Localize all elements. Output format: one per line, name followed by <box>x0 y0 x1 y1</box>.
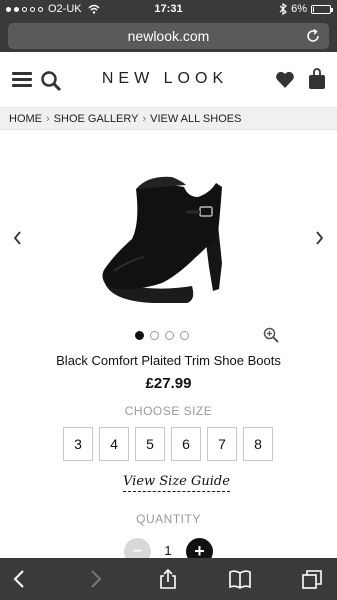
share-icon[interactable] <box>157 568 179 590</box>
pager-dot[interactable] <box>165 331 174 340</box>
choose-size-label: CHOOSE SIZE <box>124 404 213 418</box>
size-options: 345678 <box>63 427 273 461</box>
browser-toolbar <box>0 558 337 600</box>
chevron-left-icon[interactable] <box>11 229 23 247</box>
site-logo[interactable]: NEW LOOK <box>90 70 240 88</box>
bookmarks-icon[interactable] <box>229 568 251 590</box>
chevron-right-icon: › <box>46 112 50 125</box>
url-text: newlook.com <box>127 28 210 44</box>
quantity-label: QUANTITY <box>136 512 201 526</box>
url-field[interactable]: newlook.com <box>8 23 329 49</box>
tabs-icon[interactable] <box>301 568 323 590</box>
site-header: NEW LOOK <box>0 52 337 108</box>
image-pager <box>135 331 189 340</box>
pager-dot[interactable] <box>150 331 159 340</box>
size-option-7[interactable]: 7 <box>207 427 237 461</box>
bag-icon[interactable] <box>307 68 327 90</box>
menu-icon[interactable] <box>12 72 32 88</box>
search-icon[interactable] <box>40 70 62 92</box>
pager-dot[interactable] <box>135 331 144 340</box>
product-gallery <box>0 131 337 343</box>
quantity-value: 1 <box>164 543 172 558</box>
size-option-5[interactable]: 5 <box>135 427 165 461</box>
size-option-8[interactable]: 8 <box>243 427 273 461</box>
product-price: £27.99 <box>145 375 192 392</box>
back-icon[interactable] <box>9 568 31 590</box>
size-guide-link[interactable]: View Size Guide <box>123 474 230 492</box>
reload-icon[interactable] <box>305 28 321 44</box>
size-option-6[interactable]: 6 <box>171 427 201 461</box>
bluetooth-icon <box>279 3 288 15</box>
browser-url-bar: newlook.com <box>0 20 337 52</box>
product-title: Black Comfort Plaited Trim Shoe Boots <box>56 353 281 368</box>
pager-dot[interactable] <box>180 331 189 340</box>
chevron-right-icon: › <box>142 112 147 125</box>
chevron-right-icon[interactable] <box>314 229 326 247</box>
heart-icon[interactable] <box>275 70 295 90</box>
breadcrumb-home[interactable]: HOME <box>9 113 42 125</box>
zoom-in-icon[interactable] <box>263 327 279 343</box>
battery-fill <box>313 6 315 12</box>
status-bar: O2-UK 17:31 6% <box>0 0 337 20</box>
size-option-3[interactable]: 3 <box>63 427 93 461</box>
product-image[interactable] <box>92 153 252 303</box>
breadcrumb: HOME › SHOE GALLERY › VIEW ALL SHOES <box>0 108 337 130</box>
status-right: 6% <box>279 3 333 15</box>
breadcrumb-shoe-gallery[interactable]: SHOE GALLERY <box>54 113 139 125</box>
forward-icon[interactable] <box>84 568 106 590</box>
size-option-4[interactable]: 4 <box>99 427 129 461</box>
breadcrumb-view-all-shoes[interactable]: VIEW ALL SHOES <box>150 113 241 125</box>
battery-percent: 6% <box>291 3 307 15</box>
battery-icon <box>311 4 333 14</box>
